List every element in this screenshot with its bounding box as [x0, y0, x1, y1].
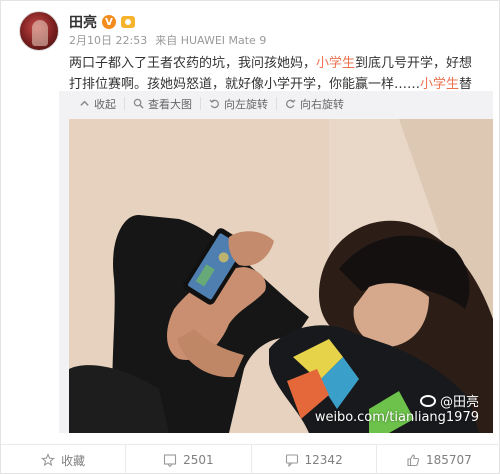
topic-link-1[interactable]: 小学生: [316, 56, 355, 71]
username[interactable]: 田亮: [69, 12, 97, 32]
post-timestamp[interactable]: 2月10日 22:53: [69, 32, 147, 48]
photo-illustration: [69, 119, 493, 433]
weibo-logo-icon: [419, 394, 436, 407]
thumbs-up-icon: [407, 454, 420, 467]
topic-link-2[interactable]: 小学生: [420, 77, 459, 92]
weibo-post-card: 田亮 V 2月10日 22:53 来自 HUAWEI Mate 9 两口子都入了…: [0, 0, 500, 474]
rotate-left-icon: [209, 99, 219, 109]
rotate-right-icon: [286, 99, 296, 109]
verified-badge[interactable]: V: [102, 15, 116, 29]
collapse-button[interactable]: 收起: [71, 97, 125, 111]
comment-icon: [285, 454, 298, 467]
media-toolbar: 收起 查看大图 向左旋转 向右旋转: [71, 97, 352, 111]
rotate-left-button[interactable]: 向左旋转: [201, 97, 277, 111]
post-photo[interactable]: @田亮 weibo.com/tianliang1979: [69, 119, 493, 433]
post-header: 田亮 V: [69, 12, 135, 32]
level-badge-icon[interactable]: [121, 16, 135, 28]
post-meta: 2月10日 22:53 来自 HUAWEI Mate 9: [69, 32, 266, 48]
repost-icon: [164, 454, 177, 467]
view-large-button[interactable]: 查看大图: [125, 97, 201, 111]
source-device-link[interactable]: HUAWEI Mate 9: [181, 34, 267, 47]
comment-button[interactable]: 12342: [252, 445, 377, 474]
weibo-watermark: @田亮 weibo.com/tianliang1979: [314, 394, 479, 425]
avatar[interactable]: [19, 11, 59, 51]
media-panel: 收起 查看大图 向左旋转 向右旋转 @田亮 weibo.com/tianlian…: [59, 91, 493, 433]
favorite-button[interactable]: 收藏: [1, 445, 127, 474]
magnify-icon: [133, 98, 144, 109]
collapse-icon: [80, 100, 89, 106]
action-bar: 收藏 2501 12342 185707: [1, 444, 500, 474]
post-source: 来自 HUAWEI Mate 9: [155, 34, 267, 47]
star-icon: [41, 453, 56, 467]
rotate-right-button[interactable]: 向右旋转: [277, 97, 352, 111]
repost-button[interactable]: 2501: [126, 445, 252, 474]
like-button[interactable]: 185707: [377, 445, 500, 474]
